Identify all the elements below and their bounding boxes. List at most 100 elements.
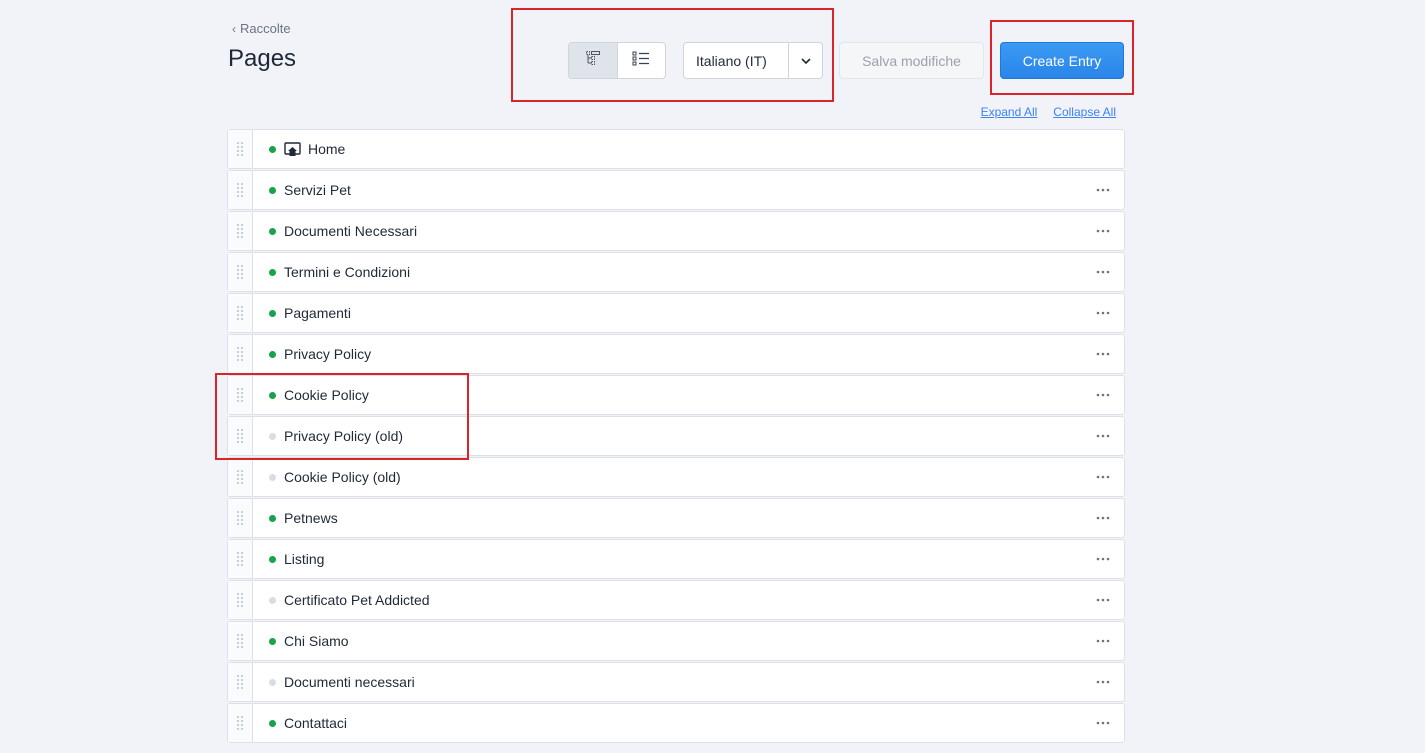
tree-row[interactable]: Cookie Policy [227,375,1125,415]
tree-row[interactable]: Certificato Pet Addicted [227,580,1125,620]
tree-view-button[interactable] [569,43,618,78]
tree-row[interactable]: Servizi Pet [227,170,1125,210]
row-label[interactable]: Certificato Pet Addicted [284,592,430,608]
row-content: Termini e Condizioni [253,253,1082,291]
locale-select[interactable]: Italiano (IT) [683,42,823,79]
more-actions-icon[interactable] [1082,499,1124,537]
tree-row[interactable]: Documenti Necessari [227,211,1125,251]
more-actions-icon[interactable] [1082,212,1124,250]
drag-handle-icon[interactable] [228,417,253,455]
row-label[interactable]: Petnews [284,510,338,526]
row-label[interactable]: Termini e Condizioni [284,264,410,280]
chevron-left-icon: ‹ [232,21,236,36]
drag-handle-icon[interactable] [228,294,253,332]
drag-handle-icon[interactable] [228,581,253,619]
row-content: Certificato Pet Addicted [253,581,1082,619]
expand-all-link[interactable]: Expand All [981,105,1038,119]
drag-handle-icon[interactable] [228,171,253,209]
more-actions-icon[interactable] [1082,335,1124,373]
more-actions-icon[interactable] [1082,417,1124,455]
published-status-dot [269,268,276,276]
create-entry-button[interactable]: Create Entry [1000,42,1124,79]
tree-row[interactable]: Documenti necessari [227,662,1125,702]
more-actions-icon[interactable] [1082,540,1124,578]
drag-handle-icon[interactable] [228,253,253,291]
collapse-all-link[interactable]: Collapse All [1053,105,1116,119]
tree-row[interactable]: Contattaci [227,703,1125,743]
tree-view-icon [585,50,601,71]
row-label[interactable]: Pagamenti [284,305,351,321]
drag-handle-icon[interactable] [228,704,253,742]
more-actions-icon[interactable] [1082,458,1124,496]
tree-row[interactable]: Listing [227,539,1125,579]
published-status-dot [269,186,276,194]
row-content: Cookie Policy (old) [253,458,1082,496]
row-label[interactable]: Chi Siamo [284,633,349,649]
published-status-dot [269,514,276,522]
published-status-dot [269,555,276,563]
drag-handle-icon[interactable] [228,212,253,250]
row-content: Contattaci [253,704,1082,742]
row-menu-placeholder [1082,130,1124,168]
row-content: Servizi Pet [253,171,1082,209]
drag-handle-icon[interactable] [228,499,253,537]
tree-row[interactable]: Home [227,129,1125,169]
drag-handle-icon[interactable] [228,335,253,373]
pages-tree: Home Servizi Pet Documenti Necessari Termin… [227,129,1125,744]
tree-controls: Expand All Collapse All [981,105,1116,119]
tree-row[interactable]: Cookie Policy (old) [227,457,1125,497]
tree-row[interactable]: Termini e Condizioni [227,252,1125,292]
page-title: Pages [228,45,297,72]
home-icon [284,141,301,157]
tree-row[interactable]: Chi Siamo [227,621,1125,661]
row-content: Cookie Policy [253,376,1082,414]
more-actions-icon[interactable] [1082,253,1124,291]
row-label[interactable]: Listing [284,551,324,567]
row-content: Documenti necessari [253,663,1082,701]
more-actions-icon[interactable] [1082,171,1124,209]
published-status-dot [269,637,276,645]
row-label[interactable]: Home [308,141,345,157]
published-status-dot [269,350,276,358]
row-label[interactable]: Cookie Policy (old) [284,469,401,485]
row-label[interactable]: Cookie Policy [284,387,369,403]
breadcrumb[interactable]: ‹ Raccolte [232,21,291,36]
tree-row[interactable]: Pagamenti [227,293,1125,333]
locale-label: Italiano (IT) [696,52,767,69]
breadcrumb-label[interactable]: Raccolte [240,21,291,36]
page: ‹ Raccolte Pages Italiano (IT) Salva mod… [0,0,1425,753]
tree-row[interactable]: Petnews [227,498,1125,538]
row-content: Chi Siamo [253,622,1082,660]
draft-status-dot [269,596,276,604]
drag-handle-icon[interactable] [228,663,253,701]
row-content: Privacy Policy [253,335,1082,373]
more-actions-icon[interactable] [1082,622,1124,660]
row-content: Pagamenti [253,294,1082,332]
drag-handle-icon[interactable] [228,130,253,168]
row-content: Petnews [253,499,1082,537]
draft-status-dot [269,432,276,440]
list-view-button[interactable] [618,43,666,78]
row-label[interactable]: Privacy Policy (old) [284,428,403,444]
drag-handle-icon[interactable] [228,376,253,414]
more-actions-icon[interactable] [1082,376,1124,414]
tree-row[interactable]: Privacy Policy [227,334,1125,374]
more-actions-icon[interactable] [1082,704,1124,742]
published-status-dot [269,719,276,727]
row-label[interactable]: Contattaci [284,715,347,731]
drag-handle-icon[interactable] [228,540,253,578]
chevron-down-icon[interactable] [788,43,822,78]
drag-handle-icon[interactable] [228,458,253,496]
drag-handle-icon[interactable] [228,622,253,660]
row-label[interactable]: Documenti Necessari [284,223,417,239]
row-label[interactable]: Servizi Pet [284,182,351,198]
row-content: Listing [253,540,1082,578]
row-label[interactable]: Documenti necessari [284,674,415,690]
more-actions-icon[interactable] [1082,581,1124,619]
row-label[interactable]: Privacy Policy [284,346,371,362]
published-status-dot [269,391,276,399]
tree-row[interactable]: Privacy Policy (old) [227,416,1125,456]
save-changes-button[interactable]: Salva modifiche [839,42,984,79]
more-actions-icon[interactable] [1082,294,1124,332]
more-actions-icon[interactable] [1082,663,1124,701]
